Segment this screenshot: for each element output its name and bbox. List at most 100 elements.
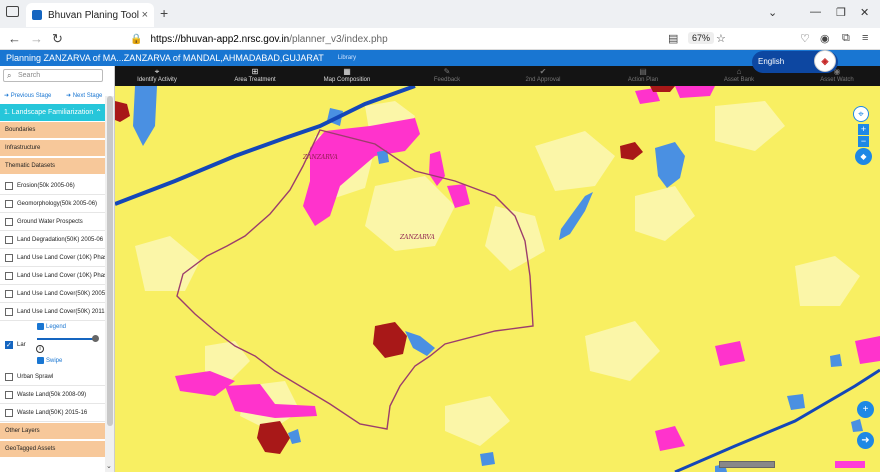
current-stage-bar[interactable]: 1. Landscape Familiarization ⌃ (0, 104, 105, 121)
toolbar-area-treatment[interactable]: ⊞ Area Treatment (223, 67, 287, 84)
back-icon[interactable]: ← (8, 31, 21, 46)
layer-checkbox[interactable] (5, 308, 13, 316)
next-stage-link[interactable]: ➜ Next Stage (66, 92, 102, 99)
layer-item[interactable]: Land Use Land Cover(50K) 2005-0 (0, 285, 105, 303)
layer-item[interactable]: Land Use Land Cover (10K) Phase (0, 267, 105, 285)
layer-item[interactable]: Land Use Land Cover(50K) 2011-1 (0, 303, 105, 321)
toolbar-2nd-approval[interactable]: ✔ 2nd Approval (511, 67, 575, 84)
map-layer (115, 86, 880, 472)
layer-checkbox-checked[interactable] (5, 337, 13, 354)
search-input[interactable]: ⌕ Search (3, 69, 103, 82)
map-icon: ▦ (343, 67, 351, 76)
bhuvan-logo-icon: ◈ (814, 50, 836, 72)
swipe-link[interactable]: Swipe (37, 357, 62, 364)
close-window-icon[interactable]: ✕ (860, 6, 869, 19)
layer-item[interactable]: Erosion(50k 2005-06) (0, 177, 105, 195)
dropdown-icon[interactable]: ⌄ (768, 6, 777, 19)
info-icon[interactable]: i (36, 345, 44, 353)
bookmark-star-icon[interactable]: ☆ (716, 32, 726, 45)
browser-tab-bar: Bhuvan Planing Tool × + ⌄ — ❐ ✕ (0, 0, 880, 28)
reload-icon[interactable]: ↻ (52, 31, 63, 47)
toolbar-map-composition[interactable]: ▦ Map Composition (315, 67, 379, 84)
layer-checkbox[interactable] (5, 409, 13, 417)
map-canvas[interactable]: ZANZARVA ZANZARVA ⌖ + − ◆ + ➜ (115, 86, 880, 472)
toolbar-action-plan[interactable]: ▤ Action Plan (611, 67, 675, 84)
layer-item[interactable]: Ground Water Prospects (0, 213, 105, 231)
swipe-icon (37, 357, 44, 364)
slider-handle[interactable] (92, 335, 99, 342)
layer-checkbox[interactable] (5, 236, 13, 244)
layer-checkbox[interactable] (5, 373, 13, 381)
section-thematic-datasets[interactable]: Thematic Datasets (0, 158, 105, 175)
scale-bar (719, 461, 775, 468)
address-bar-row: ← → ↻ 🔒 https://bhuvan-app2.nrsc.gov.in /… (0, 28, 880, 50)
layer-checkbox[interactable] (5, 290, 13, 298)
toolbar-label: Feedback (433, 77, 461, 83)
current-stage-label: 1. Landscape Familiarization (4, 109, 94, 116)
reader-view-icon[interactable]: ▤ (668, 32, 678, 45)
toolbar-label: Action Plan (627, 77, 659, 83)
minimize-icon[interactable]: — (810, 6, 821, 18)
extensions-icon[interactable]: ⧉ (842, 32, 850, 45)
layer-sidebar: ⌕ Search ➜ Previous Stage ➜ Next Stage 1… (0, 66, 115, 472)
layer-label: Lar (17, 342, 26, 348)
section-geotagged-assets[interactable]: GeoTagged Assets (0, 441, 105, 458)
layer-item[interactable]: Waste Land(50k 2008-09) (0, 386, 105, 404)
section-other-layers[interactable]: Other Layers (0, 423, 105, 440)
add-icon[interactable]: + (857, 401, 874, 418)
tab-title: Bhuvan Planing Tool (48, 9, 139, 21)
url-path: /planner_v3/index.php (289, 33, 388, 45)
layer-label: Waste Land(50K) 2015-16 (17, 410, 88, 416)
layer-checkbox[interactable] (5, 254, 13, 262)
toolbar-label: Asset Bank (723, 77, 755, 83)
toolbar-label: Map Composition (323, 77, 371, 83)
layer-checkbox[interactable] (5, 218, 13, 226)
layer-checkbox[interactable] (5, 182, 13, 190)
pocket-icon[interactable]: ♡ (800, 32, 810, 45)
layer-checkbox[interactable] (5, 272, 13, 280)
menu-icon[interactable]: ≡ (862, 32, 868, 44)
zoom-out-button[interactable]: − (858, 136, 869, 147)
next-stage-label: Next Stage (72, 93, 103, 99)
layer-checkbox[interactable] (5, 200, 13, 208)
gps-locate-icon[interactable]: ⌖ (853, 106, 869, 122)
url-field[interactable]: 🔒 https://bhuvan-app2.nrsc.gov.in/planne… (130, 30, 730, 48)
restore-icon[interactable]: ❐ (836, 6, 846, 19)
section-infrastructure[interactable]: Infrastructure (0, 140, 105, 157)
account-icon[interactable]: ◉ (820, 32, 830, 45)
toolbar-label: Identify Activity (137, 77, 177, 83)
app-header: Planning ZANZARVA of MA...ZANZARVA of MA… (0, 50, 880, 73)
forward-icon[interactable]: → (30, 31, 43, 46)
zoom-level[interactable]: 67% (688, 32, 715, 44)
new-tab-button[interactable]: + (160, 5, 168, 21)
layer-item[interactable]: Land Use Land Cover (10K) Phase (0, 249, 105, 267)
layer-item[interactable]: Land Degradation(50K) 2005-06 (0, 231, 105, 249)
layer-label: Urban Sprawl (17, 374, 54, 380)
tab-list-icon[interactable] (6, 6, 19, 17)
zoom-in-button[interactable]: + (858, 124, 869, 135)
toolbar-identify-activity[interactable]: ⌖ Identify Activity (125, 67, 189, 84)
browser-tab[interactable]: Bhuvan Planing Tool × (26, 3, 154, 27)
previous-stage-link[interactable]: ➜ Previous Stage (4, 92, 51, 99)
village-label: ZANZARVA (400, 234, 435, 241)
opacity-slider[interactable] (37, 335, 99, 342)
lock-icon: 🔒 (130, 33, 143, 45)
scroll-down-icon[interactable]: ⌄ (106, 462, 112, 470)
layer-item[interactable]: Urban Sprawl (0, 368, 105, 386)
plan-icon: ▤ (639, 67, 647, 76)
layer-checkbox[interactable] (5, 391, 13, 399)
forward-arrow-icon[interactable]: ➜ (857, 432, 874, 449)
legend-link[interactable]: Legend (37, 323, 66, 330)
tab-close-icon[interactable]: × (142, 9, 148, 21)
layer-item[interactable]: Geomorphology(50k 2005-06) (0, 195, 105, 213)
layers-icon[interactable]: ◆ (855, 148, 872, 165)
header-sub: Library (337, 55, 357, 61)
village-label: ZANZARVA (303, 154, 338, 161)
scrollbar-thumb[interactable] (107, 96, 113, 426)
toolbar-feedback[interactable]: ✎ Feedback (415, 67, 479, 84)
feedback-icon: ✎ (443, 67, 451, 76)
layer-item[interactable]: Waste Land(50K) 2015-16 (0, 404, 105, 422)
layer-label: Erosion(50k 2005-06) (17, 183, 75, 189)
sidebar-scrollbar[interactable]: ⌄ (105, 96, 114, 472)
section-boundaries[interactable]: Boundaries (0, 122, 105, 139)
